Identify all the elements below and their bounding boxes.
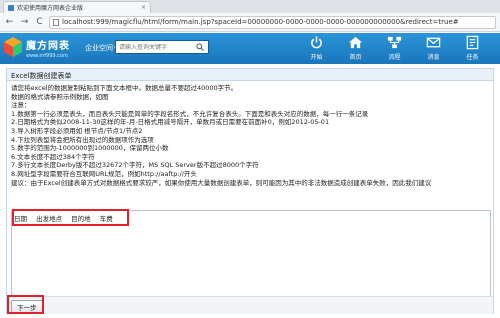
instruction-line: 7.多行文本长度Derby版不超过32672个字符，MS SQL Server版… bbox=[11, 161, 259, 170]
nav-messages-label: 消息 bbox=[427, 54, 440, 61]
reload-button[interactable]: C bbox=[34, 17, 45, 28]
instruction-line: 3.导入树形字段必须用如 根节点/节点1/节点2 bbox=[11, 126, 143, 135]
brand-url: www.mf999.com bbox=[26, 53, 68, 59]
instruction-line: 数据的格式请参照示例数据，如图 bbox=[11, 92, 109, 101]
page-icon bbox=[53, 18, 59, 26]
nav-home-label: 首页 bbox=[349, 54, 362, 61]
url-input[interactable]: localhost:999/magicflu/html/form/main.js… bbox=[49, 15, 496, 29]
instruction-line: 8.网址型字段需要符合互联网URL规范，例如http://aaftp://开头 bbox=[11, 169, 197, 178]
favicon-icon bbox=[8, 4, 14, 11]
data-paste-textarea[interactable]: 日期 出发地点 目的地 车费 bbox=[11, 209, 491, 297]
excel-form-panel: Excel数据创建表单 请您将excel的数据复制粘贴到下面文本框中。数据总量不… bbox=[6, 68, 494, 314]
power-icon bbox=[311, 36, 322, 49]
instruction-line: 5.数字的范围为-1000000到1000000，保留两位小数 bbox=[11, 144, 169, 153]
search-box bbox=[115, 40, 209, 54]
instruction-line: 建议：由于Excel创建表单方式对数据格式要求较严，如果你使用大量数据创建表单，… bbox=[11, 178, 432, 187]
column-header: 出发地点 bbox=[36, 215, 63, 223]
app-header: 魔方网表 www.mf999.com 企业空间 ▾ 开始 首页 流程 消息 bbox=[0, 33, 500, 64]
nav-start[interactable]: 开始 bbox=[297, 35, 336, 61]
browser-tab[interactable]: 欢迎使用魔方网表企业版 × bbox=[3, 1, 151, 13]
task-icon bbox=[466, 35, 479, 50]
nav-messages[interactable]: 消息 bbox=[414, 35, 453, 61]
address-bar: ← → C localhost:999/magicflu/html/form/m… bbox=[0, 13, 500, 32]
instruction-line: 6.文本长度不超过384个字符 bbox=[11, 152, 95, 161]
nav-start-label: 开始 bbox=[310, 54, 323, 61]
brand-name: 魔方网表 bbox=[26, 41, 70, 52]
tab-close-icon[interactable]: × bbox=[141, 4, 146, 11]
search-input[interactable] bbox=[119, 43, 196, 51]
column-header: 车费 bbox=[99, 215, 113, 223]
nav-workflow-label: 流程 bbox=[388, 54, 401, 61]
mail-icon bbox=[426, 37, 441, 48]
search-icon[interactable] bbox=[195, 42, 205, 52]
nav-home[interactable]: 首页 bbox=[336, 35, 375, 61]
nav-workflow[interactable]: 流程 bbox=[375, 35, 414, 61]
form-footer: 下一步 bbox=[7, 295, 493, 314]
cube-logo-icon bbox=[4, 37, 22, 57]
url-text: localhost:999/magicflu/html/form/main.js… bbox=[62, 18, 459, 26]
instruction-line: 请您将excel的数据复制粘贴到下面文本框中。数据总量不要超过40000字节。 bbox=[11, 84, 238, 92]
nav-tasks-label: 任务 bbox=[466, 54, 479, 61]
top-nav: 开始 首页 流程 消息 任务 bbox=[297, 35, 492, 61]
next-step-button[interactable]: 下一步 bbox=[11, 300, 43, 313]
tab-title: 欢迎使用魔方网表企业版 bbox=[17, 5, 84, 12]
instruction-line: 注意： bbox=[11, 101, 31, 110]
workflow-icon bbox=[387, 36, 402, 49]
back-button[interactable]: ← bbox=[4, 17, 15, 28]
instruction-line: 4.下拉列表型将会把所有出现过的数据项作为选项 bbox=[11, 135, 154, 144]
instructions: 请您将excel的数据复制粘贴到下面文本框中。数据总量不要超过40000字节。 … bbox=[11, 84, 493, 187]
space-switch-dropdown[interactable]: 企业空间 ▾ bbox=[85, 43, 118, 53]
browser-tab-bar: 欢迎使用魔方网表企业版 × bbox=[0, 0, 500, 13]
instruction-line: 1.数据第一行必须是表头，而且表头只能是简单的字段名形式，不允许复合表头。下面是… bbox=[11, 109, 369, 118]
column-header: 目的地 bbox=[71, 215, 91, 223]
space-switch-label: 企业空间 bbox=[85, 44, 113, 52]
column-header: 日期 bbox=[14, 215, 27, 223]
form-title: Excel数据创建表单 bbox=[7, 69, 493, 81]
brand[interactable]: 魔方网表 www.mf999.com bbox=[26, 37, 70, 59]
pasted-header-row: 日期 出发地点 目的地 车费 bbox=[14, 213, 120, 223]
nav-tasks[interactable]: 任务 bbox=[453, 35, 492, 61]
instruction-line: 2.日期格式为类似2008-11-30这样的年-月-日格式用减号隔开，单数月或日… bbox=[11, 118, 330, 127]
home-icon bbox=[348, 36, 363, 49]
forward-button[interactable]: → bbox=[19, 17, 30, 28]
